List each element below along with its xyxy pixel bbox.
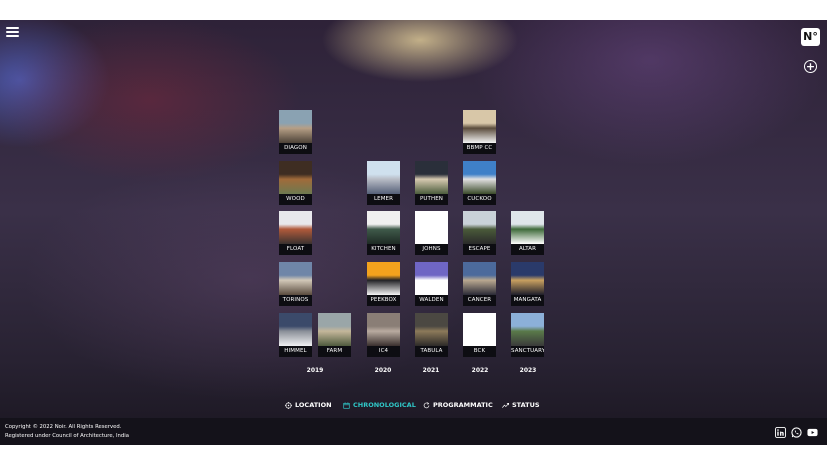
project-tile-wood[interactable]: WOOD [279,161,312,205]
project-label: BBMP CC [463,143,496,154]
project-tile-ic4[interactable]: IC4 [367,313,400,357]
project-label: SANCTUARY [511,346,544,357]
project-thumbnail [279,313,312,346]
project-thumbnail [367,161,400,194]
brand-logo[interactable]: N° [801,28,820,46]
footer: Copyright © 2022 Noir. All Rights Reserv… [0,418,827,445]
view-status-label: STATUS [512,401,540,409]
project-thumbnail [511,262,544,295]
project-label: ALTAR [511,244,544,255]
project-label: TABULA [415,346,448,357]
project-label: TORINOS [279,295,312,306]
trend-icon [502,402,509,408]
project-tile-tabula[interactable]: TABULA [415,313,448,357]
project-tile-torinos[interactable]: TORINOS [279,262,312,306]
youtube-icon[interactable] [807,427,818,438]
hero-background: N° + DIAGON WOOD FLOAT TORINOS HIMMEL FARM LEM… [0,20,827,445]
project-tile-cancer[interactable]: CANCER [463,262,496,306]
view-chronological-label: CHRONOLOGICAL [353,401,416,409]
footer-copyright: Copyright © 2022 Noir. All Rights Reserv… [5,423,129,441]
project-label: KITCHEN [367,244,400,255]
project-thumbnail [279,211,312,244]
project-tile-bck[interactable]: BCK [463,313,496,357]
year-label-2021: 2021 [422,367,440,374]
project-thumbnail [463,110,496,143]
project-thumbnail [318,313,351,346]
project-tile-cuckoo[interactable]: CUCKOO [463,161,496,205]
project-thumbnail [415,262,448,295]
project-tile-float[interactable]: FLOAT [279,211,312,255]
project-label: JOHNS [415,244,448,255]
project-tile-escape[interactable]: ESCAPE [463,211,496,255]
project-tile-johns[interactable]: JOHNS [415,211,448,255]
view-programmatic[interactable]: PROGRAMMATIC [423,400,493,410]
project-label: IC4 [367,346,400,357]
project-thumbnail [367,211,400,244]
project-label: PUTHEN [415,194,448,205]
project-thumbnail [463,161,496,194]
project-tile-walden[interactable]: WALDEN [415,262,448,306]
project-label: WOOD [279,194,312,205]
year-label-2019: 2019 [306,367,324,374]
project-label: CUCKOO [463,194,496,205]
hamburger-menu-icon[interactable] [6,27,19,37]
project-tile-puthen[interactable]: PUTHEN [415,161,448,205]
project-label: ESCAPE [463,244,496,255]
copyright-text: Copyright © 2022 Noir. All Rights Reserv… [5,424,122,430]
project-tile-bbmp-cc[interactable]: BBMP CC [463,110,496,154]
project-thumbnail [463,262,496,295]
project-thumbnail [415,313,448,346]
calendar-icon [343,401,350,409]
project-label: PEEKBOX [367,295,400,306]
view-status[interactable]: STATUS [502,400,540,410]
project-thumbnail [367,262,400,295]
year-label-2023: 2023 [519,367,537,374]
project-tile-altar[interactable]: ALTAR [511,211,544,255]
project-label: HIMMEL [279,346,312,357]
refresh-icon [423,401,430,408]
project-thumbnail [415,161,448,194]
project-thumbnail [279,262,312,295]
project-thumbnail [463,313,496,346]
view-chronological[interactable]: CHRONOLOGICAL [343,400,416,410]
project-thumbnail [367,313,400,346]
view-location-label: LOCATION [295,401,332,409]
plus-circle-icon[interactable]: + [804,60,817,73]
year-label-2020: 2020 [374,367,392,374]
project-tile-kitchen[interactable]: KITCHEN [367,211,400,255]
project-thumbnail [511,211,544,244]
view-location[interactable]: LOCATION [285,400,332,410]
project-label: FLOAT [279,244,312,255]
registration-text: Registered under Council of Architecture… [5,433,129,439]
project-thumbnail [279,110,312,143]
project-label: MANGATA [511,295,544,306]
view-programmatic-label: PROGRAMMATIC [433,401,493,409]
project-label: FARM [318,346,351,357]
project-tile-peekbox[interactable]: PEEKBOX [367,262,400,306]
project-tile-diagon[interactable]: DIAGON [279,110,312,154]
project-tile-himmel[interactable]: HIMMEL [279,313,312,357]
project-tile-sanctuary[interactable]: SANCTUARY [511,313,544,357]
project-tile-mangata[interactable]: MANGATA [511,262,544,306]
project-label: LEMER [367,194,400,205]
project-thumbnail [415,211,448,244]
project-label: WALDEN [415,295,448,306]
whatsapp-icon[interactable] [791,427,802,438]
target-icon [285,401,292,409]
project-tile-farm[interactable]: FARM [318,313,351,357]
project-label: BCK [463,346,496,357]
project-label: DIAGON [279,143,312,154]
year-label-2022: 2022 [471,367,489,374]
project-thumbnail [511,313,544,346]
project-thumbnail [463,211,496,244]
project-tile-lemer[interactable]: LEMER [367,161,400,205]
project-label: CANCER [463,295,496,306]
linkedin-icon[interactable] [775,427,786,438]
project-thumbnail [279,161,312,194]
